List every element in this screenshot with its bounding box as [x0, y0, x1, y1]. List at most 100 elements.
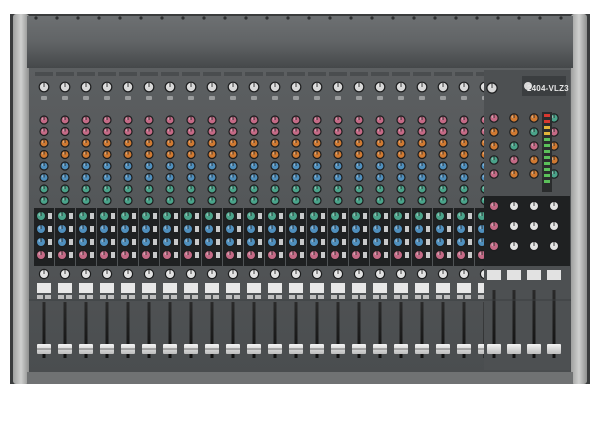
- cover-screw: [454, 16, 458, 20]
- eq-switch: [153, 226, 157, 232]
- channel-header: [392, 72, 410, 76]
- eq-switch: [468, 252, 472, 258]
- eq-switch: [447, 252, 451, 258]
- eq-switch: [90, 226, 94, 232]
- eq-switch: [132, 213, 136, 219]
- eq-switch: [174, 226, 178, 232]
- group-button: [487, 270, 501, 280]
- eq-switch: [321, 239, 325, 245]
- low-cut-button: [272, 96, 278, 100]
- meter-led: [544, 144, 550, 147]
- solo-button: [457, 295, 463, 299]
- low-cut-button: [83, 96, 89, 100]
- mute-button: [58, 283, 72, 293]
- low-cut-button: [167, 96, 173, 100]
- assign-button: [318, 295, 324, 299]
- eq-switch: [342, 226, 346, 232]
- top-cover: [27, 16, 573, 68]
- assign-button: [45, 295, 51, 299]
- front-lip: [27, 372, 573, 384]
- solo-button: [352, 295, 358, 299]
- eq-switch: [342, 252, 346, 258]
- channel-header: [308, 72, 326, 76]
- eq-switch: [363, 226, 367, 232]
- eq-switch: [153, 252, 157, 258]
- group-button: [527, 270, 541, 280]
- group-fader-cap: [487, 344, 501, 354]
- eq-switch: [237, 226, 241, 232]
- cover-screw: [55, 16, 59, 20]
- assign-button: [150, 295, 156, 299]
- meter-led: [544, 156, 550, 159]
- mute-button: [100, 283, 114, 293]
- eq-switch: [48, 252, 52, 258]
- mute-button: [184, 283, 198, 293]
- low-cut-button: [209, 96, 215, 100]
- eq-switch: [48, 226, 52, 232]
- eq-switch: [342, 239, 346, 245]
- mute-button: [415, 283, 429, 293]
- cover-screw: [181, 16, 185, 20]
- eq-switch: [426, 226, 430, 232]
- solo-button: [268, 295, 274, 299]
- channel-header: [98, 72, 116, 76]
- solo-button: [394, 295, 400, 299]
- solo-button: [226, 295, 232, 299]
- mute-button: [247, 283, 261, 293]
- channel-header: [140, 72, 158, 76]
- eq-switch: [342, 213, 346, 219]
- cover-screw: [517, 16, 521, 20]
- eq-switch: [321, 252, 325, 258]
- assign-button: [87, 295, 93, 299]
- cover-screw: [223, 16, 227, 20]
- cover-screw: [496, 16, 500, 20]
- channel-header: [35, 72, 53, 76]
- eq-switch: [426, 213, 430, 219]
- solo-button: [331, 295, 337, 299]
- eq-switch: [195, 213, 199, 219]
- eq-switch: [216, 252, 220, 258]
- group-fader-cap: [527, 344, 541, 354]
- eq-switch: [321, 226, 325, 232]
- eq-switch: [279, 239, 283, 245]
- mute-button: [121, 283, 135, 293]
- eq-switch: [195, 226, 199, 232]
- channel-header: [224, 72, 242, 76]
- mute-button: [394, 283, 408, 293]
- meter-led: [544, 180, 550, 183]
- channel-header: [371, 72, 389, 76]
- assign-button: [129, 295, 135, 299]
- low-cut-button: [398, 96, 404, 100]
- meter-led: [544, 150, 550, 153]
- eq-switch: [447, 213, 451, 219]
- eq-switch: [258, 239, 262, 245]
- right-side-rail: [571, 14, 587, 384]
- eq-switch: [279, 213, 283, 219]
- left-side-rail: [13, 14, 29, 384]
- assign-button: [423, 295, 429, 299]
- cover-screw: [286, 16, 290, 20]
- channel-header: [455, 72, 473, 76]
- eq-switch: [468, 239, 472, 245]
- channel-header: [350, 72, 368, 76]
- eq-switch: [258, 252, 262, 258]
- assign-button: [108, 295, 114, 299]
- eq-switch: [216, 239, 220, 245]
- mute-button: [310, 283, 324, 293]
- group-button: [507, 270, 521, 280]
- group-fader-cap: [547, 344, 561, 354]
- low-cut-button: [293, 96, 299, 100]
- meter-led: [544, 120, 550, 123]
- eq-switch: [405, 239, 409, 245]
- solo-button: [163, 295, 169, 299]
- cover-screw: [538, 16, 542, 20]
- channel-header: [182, 72, 200, 76]
- eq-switch: [237, 239, 241, 245]
- cover-screw: [34, 16, 38, 20]
- eq-switch: [258, 226, 262, 232]
- eq-switch: [69, 252, 73, 258]
- group-button: [547, 270, 561, 280]
- cover-screw: [160, 16, 164, 20]
- solo-button: [205, 295, 211, 299]
- mute-button: [457, 283, 471, 293]
